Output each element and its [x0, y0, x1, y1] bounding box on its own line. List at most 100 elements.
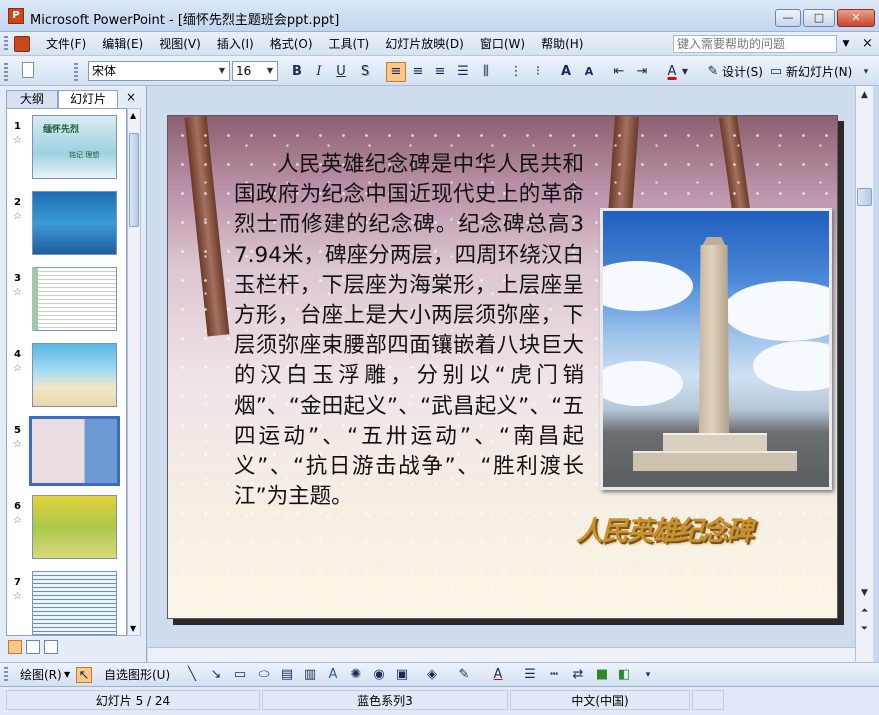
clipart-tool-icon[interactable]: ◉	[371, 667, 387, 683]
slide-thumbnail-3[interactable]	[32, 267, 117, 331]
menu-file[interactable]: 文件(F)	[38, 34, 94, 54]
help-dropdown-icon[interactable]: ▼	[839, 37, 853, 51]
distribute-icon[interactable]: ⫼	[476, 62, 496, 82]
wordart-tool-icon[interactable]: A	[325, 667, 341, 683]
slideshow-view-icon[interactable]	[44, 640, 58, 654]
toolbar-grip[interactable]	[4, 63, 8, 81]
document-close-icon[interactable]: ×	[862, 36, 873, 51]
menu-format[interactable]: 格式(O)	[262, 34, 321, 54]
slide-vertical-scrollbar[interactable]: ▲ ▼ ⏶ ⏷	[855, 86, 873, 662]
decrease-font-icon[interactable]: A	[579, 62, 599, 82]
line-style-icon[interactable]: ☰	[522, 667, 538, 683]
document-icon[interactable]	[14, 36, 30, 52]
italic-button[interactable]: I	[309, 62, 329, 82]
next-slide-icon[interactable]: ⏷	[857, 622, 872, 637]
minimize-button[interactable]: —	[775, 9, 801, 27]
line-color-icon[interactable]: ✎	[456, 667, 472, 683]
font-color-icon[interactable]: A	[662, 62, 682, 82]
scroll-down-icon[interactable]: ▼	[857, 586, 872, 601]
slide-body-text[interactable]: 人民英雄纪念碑是中华人民共和国政府为纪念中国近现代史上的革命烈士而修建的纪念碑。…	[234, 150, 584, 512]
menu-slideshow[interactable]: 幻灯片放映(D)	[377, 34, 472, 54]
draw-dropdown-icon[interactable]: ▼	[64, 666, 70, 684]
arrow-tool-icon[interactable]: ↘	[208, 667, 224, 683]
justify-icon[interactable]: ☰	[453, 62, 473, 82]
toolbar-options-icon[interactable]: ▾	[858, 62, 874, 82]
slide-sorter-icon[interactable]	[26, 640, 40, 654]
slide-thumbnail-5-selected[interactable]	[29, 416, 120, 486]
new-slide-button[interactable]: 新幻灯片(N)	[786, 62, 852, 82]
numbered-list-icon[interactable]: ⋮	[506, 62, 526, 82]
vertical-textbox-icon[interactable]: ▥	[302, 667, 318, 683]
font-size-select[interactable]: 16 ▼	[232, 61, 278, 81]
underline-button[interactable]: U	[331, 62, 351, 82]
slide-thumbnail-1[interactable]: 缅怀先烈 铭记 理想	[32, 115, 117, 179]
align-left-button[interactable]: ≡	[386, 62, 406, 82]
dash-style-icon[interactable]: ┅	[546, 667, 562, 683]
design-button[interactable]: 设计(S)	[722, 62, 763, 82]
close-button[interactable]: ✕	[837, 9, 875, 27]
font-name-select[interactable]: 宋体 ▼	[88, 61, 230, 81]
slide-thumbnail-6[interactable]	[32, 495, 117, 559]
tab-slides[interactable]: 幻灯片	[58, 90, 118, 108]
select-arrow-icon[interactable]: ↖	[76, 667, 92, 683]
draw-menu-button[interactable]: 绘图(R)	[20, 666, 62, 684]
menu-window[interactable]: 窗口(W)	[472, 34, 533, 54]
font-color-icon[interactable]: A	[490, 667, 506, 683]
diagram-tool-icon[interactable]: ✺	[348, 667, 364, 683]
powerpoint-app-icon[interactable]: P	[8, 8, 24, 24]
scroll-up-icon[interactable]: ▲	[130, 111, 136, 120]
menu-help[interactable]: 帮助(H)	[533, 34, 591, 54]
font-color-dropdown-icon[interactable]: ▼	[680, 62, 690, 82]
monument-base-lower	[633, 451, 797, 473]
menu-edit[interactable]: 编辑(E)	[94, 34, 151, 54]
drawbar-options-icon[interactable]: ▾	[640, 667, 656, 683]
current-slide[interactable]: 人民英雄纪念碑是中华人民共和国政府为纪念中国近现代史上的革命烈士而修建的纪念碑。…	[167, 115, 838, 619]
wordart-title[interactable]: 人民英雄纪念碑	[576, 509, 826, 549]
increase-indent-icon[interactable]: ⇥	[632, 62, 652, 82]
decrease-indent-icon[interactable]: ⇤	[609, 62, 629, 82]
font-dropdown-icon[interactable]: ▼	[216, 63, 228, 79]
line-tool-icon[interactable]: ╲	[184, 667, 200, 683]
arrow-style-icon[interactable]: ⇄	[570, 667, 586, 683]
menu-grip[interactable]	[4, 36, 8, 52]
menu-view[interactable]: 视图(V)	[151, 34, 209, 54]
rectangle-tool-icon[interactable]: ▭	[232, 667, 248, 683]
scroll-up-icon[interactable]: ▲	[857, 88, 872, 103]
bullet-list-icon[interactable]: ⁝	[528, 62, 548, 82]
shadow-button[interactable]: S	[355, 62, 375, 82]
slide-thumbnail-4[interactable]	[32, 343, 117, 407]
picture-tool-icon[interactable]: ▣	[394, 667, 410, 683]
maximize-button[interactable]: □	[803, 9, 835, 27]
fill-color-icon[interactable]: ◈	[424, 667, 440, 683]
navigator-close-icon[interactable]: ×	[126, 90, 136, 104]
normal-view-icon[interactable]	[8, 640, 22, 654]
drawbar-grip[interactable]	[4, 667, 8, 683]
align-right-icon[interactable]: ≡	[430, 62, 450, 82]
new-slide-icon[interactable]: ▭	[766, 62, 786, 82]
size-dropdown-icon[interactable]: ▼	[264, 63, 276, 79]
help-search-input[interactable]: 键入需要帮助的问题	[673, 35, 837, 53]
previous-slide-icon[interactable]: ⏶	[857, 604, 872, 619]
bold-button[interactable]: B	[287, 62, 307, 82]
new-document-icon[interactable]	[22, 62, 34, 78]
oval-tool-icon[interactable]: ⬭	[256, 667, 272, 683]
increase-font-icon[interactable]: A	[556, 62, 576, 82]
slide-thumbnail-2[interactable]	[32, 191, 117, 255]
slide-horizontal-scrollbar[interactable]	[148, 647, 855, 662]
slide-thumbnail-7[interactable]	[32, 571, 117, 635]
autoshapes-button[interactable]: 自选图形(U)	[104, 666, 170, 684]
shadow-style-icon[interactable]: ■	[594, 667, 610, 683]
toolbar-grip-2[interactable]	[74, 63, 78, 81]
3d-style-icon[interactable]: ◧	[616, 667, 632, 683]
slide-scroll-thumb[interactable]	[857, 188, 872, 206]
menu-tools[interactable]: 工具(T)	[321, 34, 378, 54]
menu-insert[interactable]: 插入(I)	[209, 34, 262, 54]
thumbnail-scrollbar[interactable]: ▲ ▼	[127, 108, 141, 636]
textbox-tool-icon[interactable]: ▤	[279, 667, 295, 683]
tab-outline[interactable]: 大纲	[6, 90, 58, 108]
thumbnail-scroll-thumb[interactable]	[129, 133, 139, 227]
align-center-icon[interactable]: ≡	[408, 62, 428, 82]
scroll-down-icon[interactable]: ▼	[130, 624, 136, 633]
design-icon[interactable]: ✎	[703, 62, 723, 82]
monument-photo[interactable]	[600, 208, 832, 490]
